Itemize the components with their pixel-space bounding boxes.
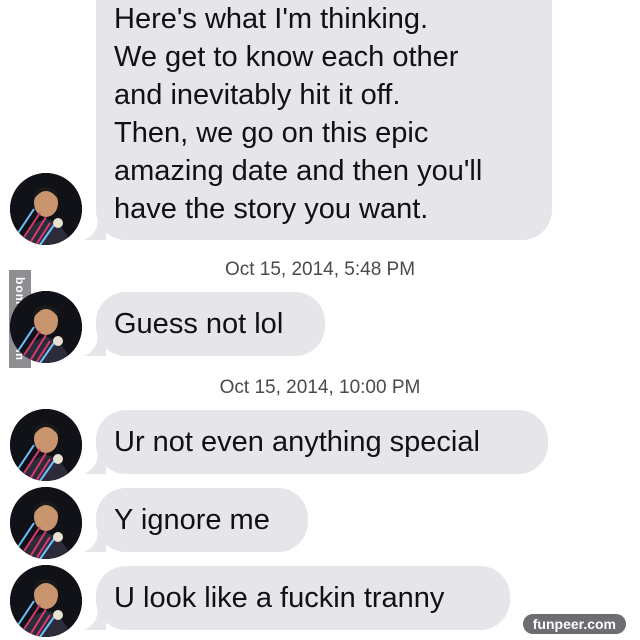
avatar[interactable] — [10, 173, 82, 245]
message-bubble: Here's what I'm thinking. We get to know… — [96, 0, 552, 240]
message-line: Y ignore me — [114, 504, 270, 536]
message-line: and inevitably hit it off. — [114, 79, 401, 111]
message-bubble: Y ignore me — [96, 488, 308, 552]
avatar[interactable] — [10, 291, 82, 363]
message-line: Ur not even anything special — [114, 426, 480, 458]
avatar[interactable] — [10, 409, 82, 481]
message-bubble: Ur not even anything special — [96, 410, 548, 474]
user-photo-icon — [10, 565, 82, 637]
message-line: Then, we go on this epic — [114, 117, 429, 149]
message-line: Guess not lol — [114, 308, 284, 340]
avatar[interactable] — [10, 487, 82, 559]
avatar[interactable] — [10, 565, 82, 637]
user-photo-icon — [10, 409, 82, 481]
message-line: U look like a fuckin tranny — [114, 582, 445, 614]
message-bubble: Guess not lol — [96, 292, 325, 356]
timestamp: Oct 15, 2014, 10:00 PM — [219, 377, 421, 398]
user-photo-icon — [10, 291, 82, 363]
message-line: We get to know each other — [114, 41, 459, 73]
message-line: have the story you want. — [114, 193, 429, 225]
timestamp: Oct 15, 2014, 5:48 PM — [224, 259, 416, 280]
message-bubble: U look like a fuckin tranny — [96, 566, 510, 630]
message-line: Here's what I'm thinking. — [114, 3, 429, 35]
user-photo-icon — [10, 173, 82, 245]
watermark-corner: funpeer.com — [522, 614, 626, 634]
user-photo-icon — [10, 487, 82, 559]
message-line: amazing date and then you'll — [114, 155, 483, 187]
